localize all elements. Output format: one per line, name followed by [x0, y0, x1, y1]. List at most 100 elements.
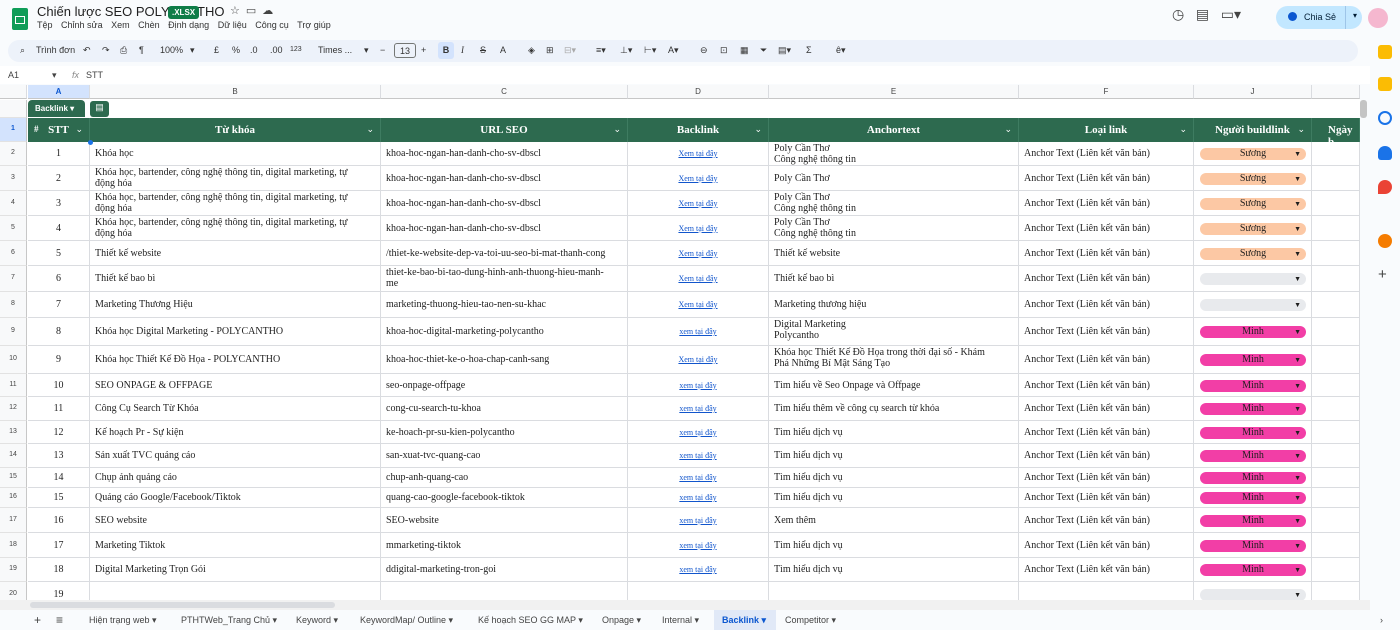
builder-dropdown[interactable]: Sương ▼ [1200, 222, 1306, 235]
table-cell[interactable]: Tìm hiểu dịch vụ [769, 444, 1019, 468]
table-cell[interactable]: Anchor Text (Liên kết văn bản) [1019, 292, 1194, 318]
table-cell[interactable]: xem tại đây [628, 374, 769, 397]
table-cell[interactable]: cong-cu-search-tu-khoa [381, 397, 628, 421]
table-cell[interactable]: Poly Cần Thơ Công nghệ thông tin [769, 216, 1019, 241]
table-cell[interactable]: marketing-thuong-hieu-tao-nen-su-khac [381, 292, 628, 318]
contacts-icon[interactable] [1378, 146, 1392, 160]
column-header-k[interactable] [1312, 85, 1360, 99]
chevron-down-icon[interactable]: ▼ [1294, 540, 1301, 552]
chevron-down-icon[interactable]: ▼ [1294, 472, 1301, 484]
backlink-link[interactable]: Xem tại đây [628, 354, 768, 365]
table-cell[interactable]: Tìm hiểu về Seo Onpage và Offpage [769, 374, 1019, 397]
table-cell[interactable]: Digital Marketing Polycantho [769, 318, 1019, 346]
fill-color-icon[interactable]: ◈ [528, 45, 535, 56]
table-cell[interactable]: xem tại đây [628, 397, 769, 421]
chevron-down-icon[interactable]: ▼ [1294, 299, 1301, 311]
all-sheets-icon[interactable]: ≡ [56, 610, 63, 630]
add-sheet-icon[interactable]: + [34, 610, 41, 630]
table-cell[interactable]: 1 [28, 142, 90, 166]
strikethrough-button[interactable]: S [480, 45, 486, 55]
table-cell[interactable]: Khóa học Thiết Kế Đồ Họa trong thời đại … [769, 346, 1019, 374]
chevron-down-icon[interactable]: ▼ [1294, 248, 1301, 260]
table-cell[interactable] [1312, 397, 1360, 421]
backlink-link[interactable]: Xem tại đây [628, 173, 768, 184]
tab-backlink[interactable]: Backlink ▾ [714, 610, 776, 630]
table-cell[interactable]: xem tại đây [628, 444, 769, 468]
table-cell[interactable]: ddigital-marketing-tron-goi [381, 558, 628, 582]
chevron-down-icon[interactable]: ▾ [190, 45, 195, 56]
filter-icon[interactable]: ⏷ [760, 45, 767, 56]
chevron-down-icon[interactable]: ▼ [1294, 326, 1301, 338]
table-cell[interactable]: Xem tại đây [628, 166, 769, 191]
row-header[interactable]: 12 [0, 397, 27, 421]
menu-data[interactable]: Dữ liệu [218, 20, 247, 30]
table-cell[interactable] [1312, 142, 1360, 166]
table-cell[interactable] [1019, 582, 1194, 600]
table-cell[interactable]: ▼ [1194, 292, 1312, 318]
table-cell[interactable]: Marketing thương hiệu [769, 292, 1019, 318]
chevron-down-icon[interactable]: ▼ [1294, 273, 1301, 285]
header-url[interactable]: URL SEO ⌄ [381, 118, 628, 142]
rotate-icon[interactable]: A▾ [668, 45, 679, 56]
table-cell[interactable]: Anchor Text (Liên kết văn bản) [1019, 318, 1194, 346]
table-cell[interactable]: 15 [28, 488, 90, 508]
row-header[interactable]: 19 [0, 558, 27, 582]
functions-button[interactable]: Σ [806, 45, 812, 55]
menu-view[interactable]: Xem [111, 20, 130, 30]
table-cell[interactable]: Poly Cần Thơ Công nghệ thông tin [769, 191, 1019, 216]
zoom-select[interactable]: 100% [160, 45, 183, 55]
tab-pthtweb[interactable]: PTHTWeb_Trang Chủ ▾ [181, 610, 277, 630]
table-cell[interactable]: 12 [28, 421, 90, 444]
scroll-thumb[interactable] [30, 602, 335, 608]
table-cell[interactable]: Tìm hiểu dịch vụ [769, 533, 1019, 558]
builder-dropdown[interactable]: Sương ▼ [1200, 172, 1306, 185]
table-cell[interactable]: Anchor Text (Liên kết văn bản) [1019, 266, 1194, 292]
header-builder[interactable]: Người buildlink ⌄ [1194, 118, 1312, 142]
row-header[interactable]: 4 [0, 191, 27, 216]
header-anchor[interactable]: Anchortext ⌄ [769, 118, 1019, 142]
table-cell[interactable] [1312, 444, 1360, 468]
table-cell[interactable] [1312, 488, 1360, 508]
table-cell[interactable] [1312, 292, 1360, 318]
add-icon[interactable]: + [1378, 266, 1387, 283]
header-backlink[interactable]: Backlink ⌄ [628, 118, 769, 142]
row-header[interactable]: 20 [0, 582, 27, 600]
currency-button[interactable]: £ [214, 45, 219, 55]
table-cell[interactable]: Anchor Text (Liên kết văn bản) [1019, 558, 1194, 582]
filter-views-icon[interactable]: ▤▾ [778, 45, 791, 56]
font-size-increase-button[interactable]: + [421, 45, 426, 55]
table-cell[interactable]: Anchor Text (Liên kết văn bản) [1019, 142, 1194, 166]
menu-help[interactable]: Trợ giúp [297, 20, 331, 30]
table-cell[interactable]: 7 [28, 292, 90, 318]
table-cell[interactable]: Marketing Tiktok [90, 533, 381, 558]
explore-icon[interactable]: › [1380, 610, 1383, 630]
backlink-link[interactable]: xem tại đây [628, 380, 768, 391]
table-cell[interactable]: 18 [28, 558, 90, 582]
chevron-down-icon[interactable]: ▼ [1294, 354, 1301, 366]
tasks-icon[interactable] [1378, 111, 1392, 125]
table-cell[interactable] [628, 582, 769, 600]
table-cell[interactable]: ▼ [1194, 582, 1312, 600]
row-header[interactable]: 5 [0, 216, 27, 241]
tab-internal[interactable]: Internal ▾ [662, 610, 699, 630]
table-settings-icon[interactable]: ▤ [90, 101, 109, 117]
row-header[interactable]: 17 [0, 508, 27, 533]
horizontal-scrollbar[interactable] [0, 600, 1370, 610]
font-size-input[interactable]: 13 [394, 43, 416, 58]
table-cell[interactable]: Xem thêm [769, 508, 1019, 533]
wrap-icon[interactable]: ⊢▾ [644, 45, 656, 56]
row-header[interactable]: 18 [0, 533, 27, 558]
table-cell[interactable]: khoa-hoc-digital-marketing-polycantho [381, 318, 628, 346]
menu-format[interactable]: Định dạng [168, 20, 209, 30]
table-cell[interactable]: 14 [28, 468, 90, 488]
chevron-down-icon[interactable]: ⌄ [613, 124, 621, 135]
table-name-chip[interactable]: Backlink ▾ [28, 100, 85, 117]
table-cell[interactable]: 5 [28, 241, 90, 266]
redo-icon[interactable]: ↷ [102, 45, 110, 56]
chevron-down-icon[interactable]: ▼ [1294, 450, 1301, 462]
tab-onpage[interactable]: Onpage ▾ [602, 610, 641, 630]
row-header[interactable]: 3 [0, 166, 27, 191]
chevron-down-icon[interactable]: ⌄ [1297, 124, 1305, 135]
row-header[interactable]: 13 [0, 421, 27, 444]
builder-dropdown[interactable]: ▼ [1200, 299, 1306, 311]
